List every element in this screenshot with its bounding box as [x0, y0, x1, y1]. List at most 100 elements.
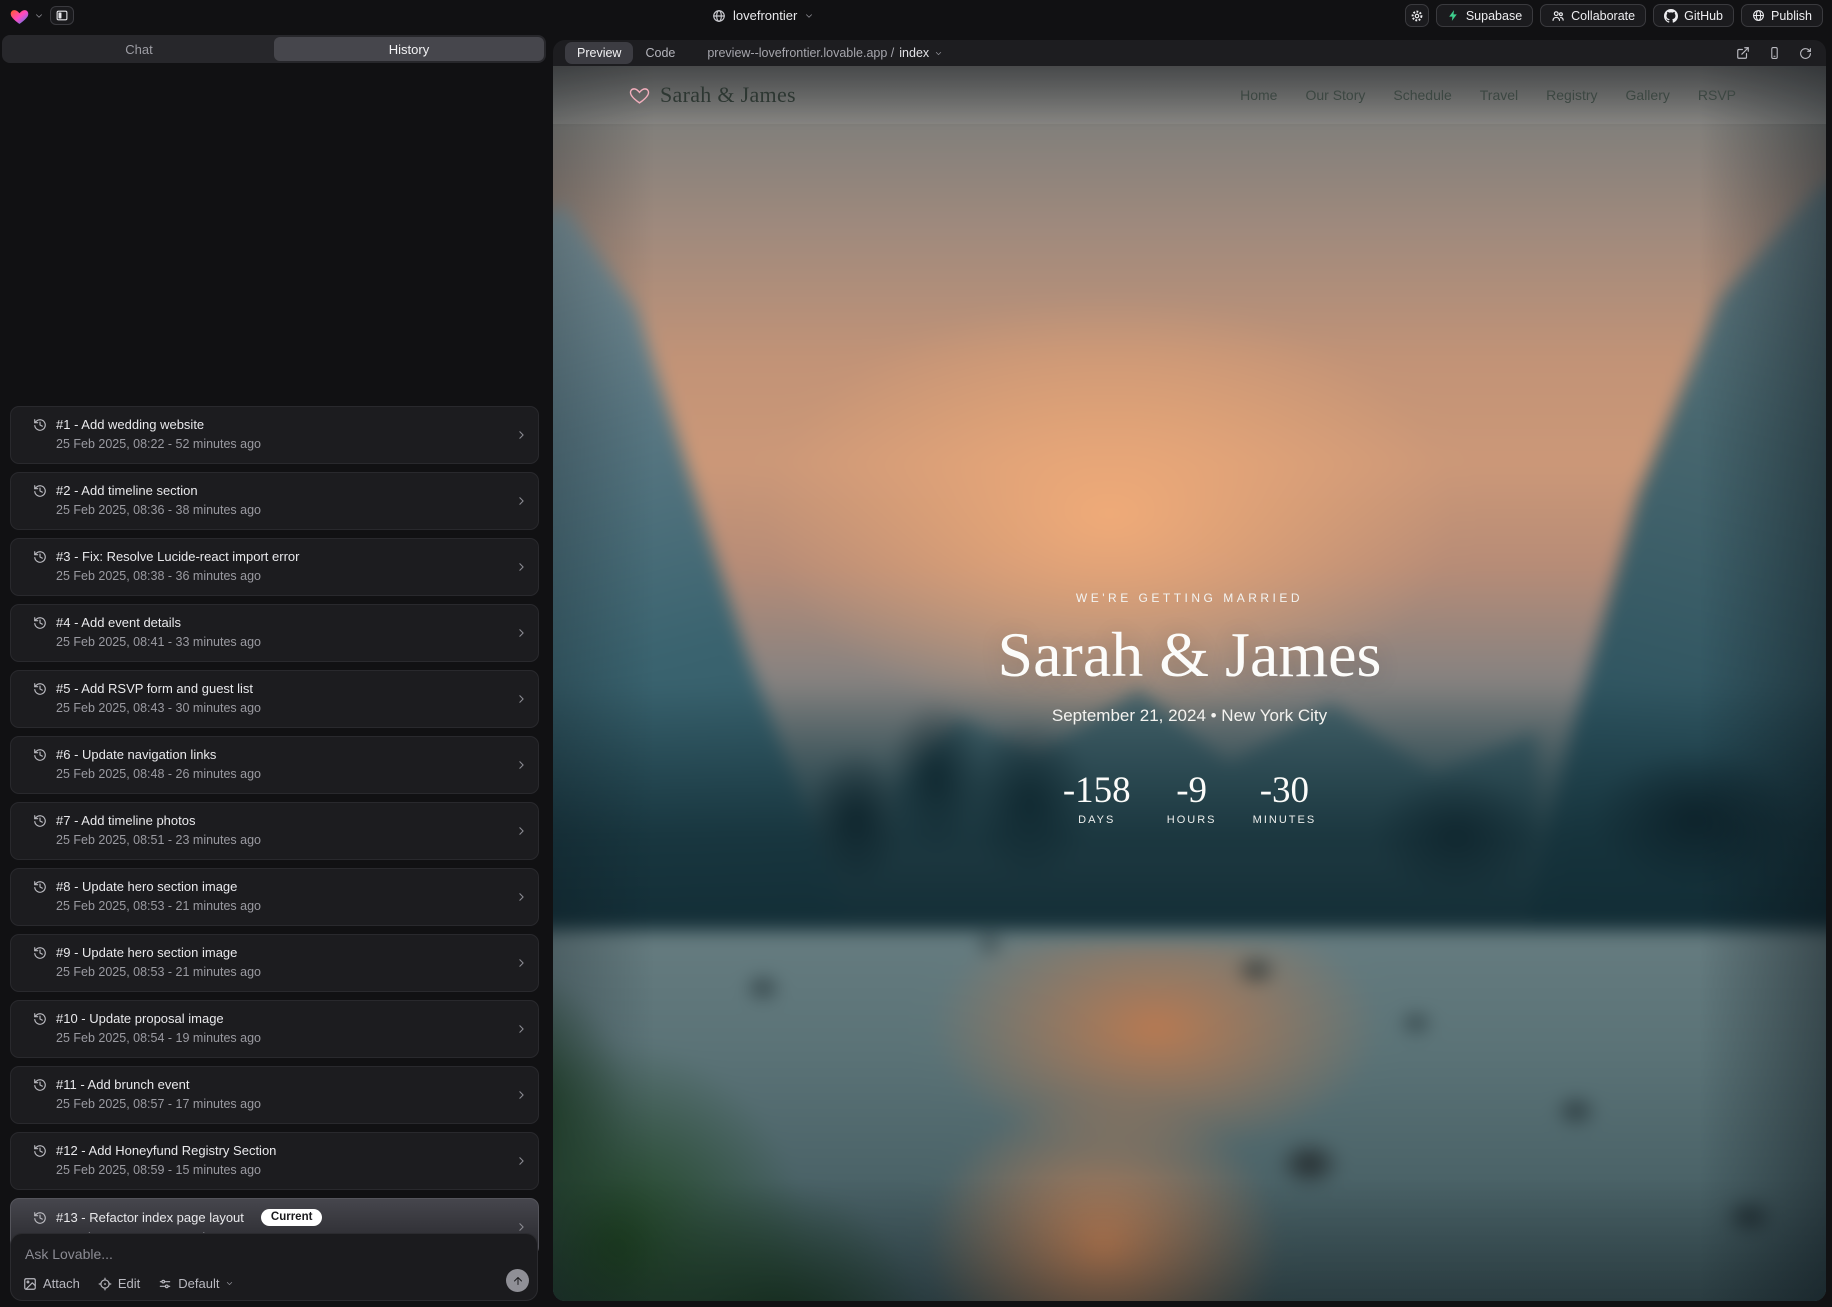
- chat-composer: Attach Edit Default: [10, 1233, 538, 1301]
- site-nav: Home Our Story Schedule Travel Registry …: [1240, 87, 1736, 103]
- lovable-app-window: lovefrontier Supabase Collab: [0, 0, 1832, 1307]
- nav-travel[interactable]: Travel: [1480, 87, 1518, 103]
- nav-schedule[interactable]: Schedule: [1393, 87, 1451, 103]
- history-icon: [33, 1211, 47, 1225]
- attach-label: Attach: [43, 1276, 80, 1291]
- history-item-title: #10 - Update proposal image: [56, 1011, 224, 1026]
- hero-eyebrow: WE'RE GETTING MARRIED: [553, 591, 1826, 605]
- github-button[interactable]: GitHub: [1653, 4, 1734, 27]
- project-name: lovefrontier: [733, 8, 797, 23]
- chevron-right-icon[interactable]: [515, 957, 528, 970]
- current-badge: Current: [261, 1209, 323, 1226]
- history-item-title: #1 - Add wedding website: [56, 417, 204, 432]
- preview-url[interactable]: preview--lovefrontier.lovable.app / inde…: [707, 46, 943, 60]
- countdown-minutes-label: MINUTES: [1253, 814, 1317, 826]
- history-icon: [33, 418, 47, 432]
- history-item-title: #4 - Add event details: [56, 615, 181, 630]
- nav-rsvp[interactable]: RSVP: [1698, 87, 1736, 103]
- nav-home[interactable]: Home: [1240, 87, 1277, 103]
- publish-button[interactable]: Publish: [1741, 4, 1823, 27]
- history-item-5[interactable]: #5 - Add RSVP form and guest list 25 Feb…: [10, 670, 539, 728]
- publish-label: Publish: [1771, 9, 1812, 23]
- history-item-meta: 25 Feb 2025, 08:43 - 30 minutes ago: [56, 701, 524, 715]
- supabase-button[interactable]: Supabase: [1436, 4, 1533, 27]
- chevron-right-icon[interactable]: [515, 561, 528, 574]
- chevron-down-icon: [34, 11, 44, 21]
- chevron-right-icon[interactable]: [515, 759, 528, 772]
- chevron-right-icon[interactable]: [515, 1221, 528, 1234]
- history-icon: [33, 748, 47, 762]
- ask-lovable-input[interactable]: [25, 1246, 473, 1268]
- history-item-meta: 25 Feb 2025, 08:36 - 38 minutes ago: [56, 503, 524, 517]
- github-icon: [1664, 9, 1678, 23]
- collaborate-label: Collaborate: [1571, 9, 1635, 23]
- chevron-right-icon[interactable]: [515, 891, 528, 904]
- collaborate-button[interactable]: Collaborate: [1540, 4, 1646, 27]
- project-selector[interactable]: lovefrontier: [712, 0, 814, 31]
- history-icon: [33, 1078, 47, 1092]
- tab-preview[interactable]: Preview: [565, 42, 633, 64]
- hero-date-location: September 21, 2024 • New York City: [553, 706, 1826, 726]
- refresh-button[interactable]: [1799, 47, 1812, 60]
- history-item-title: #8 - Update hero section image: [56, 879, 237, 894]
- top-bar: lovefrontier Supabase Collab: [0, 0, 1832, 31]
- chevron-right-icon[interactable]: [515, 825, 528, 838]
- sliders-icon: [158, 1277, 172, 1291]
- website-preview: Sarah & James Home Our Story Schedule Tr…: [553, 66, 1826, 1301]
- history-item-meta: 25 Feb 2025, 08:51 - 23 minutes ago: [56, 833, 524, 847]
- history-item-4[interactable]: #4 - Add event details 25 Feb 2025, 08:4…: [10, 604, 539, 662]
- site-logo[interactable]: Sarah & James: [629, 82, 796, 108]
- chevron-down-icon: [804, 11, 814, 21]
- edit-button[interactable]: Edit: [98, 1276, 140, 1291]
- mobile-view-button[interactable]: [1768, 46, 1781, 60]
- history-item-10[interactable]: #10 - Update proposal image 25 Feb 2025,…: [10, 1000, 539, 1058]
- nav-our-story[interactable]: Our Story: [1305, 87, 1365, 103]
- tab-chat[interactable]: Chat: [4, 37, 274, 61]
- history-item-12[interactable]: #12 - Add Honeyfund Registry Section 25 …: [10, 1132, 539, 1190]
- settings-button[interactable]: [1405, 4, 1429, 27]
- site-header: Sarah & James Home Our Story Schedule Tr…: [553, 66, 1826, 124]
- tab-history[interactable]: History: [274, 37, 544, 61]
- history-item-3[interactable]: #3 - Fix: Resolve Lucide-react import er…: [10, 538, 539, 596]
- history-item-8[interactable]: #8 - Update hero section image 25 Feb 20…: [10, 868, 539, 926]
- mode-selector[interactable]: Default: [158, 1276, 234, 1291]
- history-item-meta: 25 Feb 2025, 08:54 - 19 minutes ago: [56, 1031, 524, 1045]
- history-item-meta: 25 Feb 2025, 08:53 - 21 minutes ago: [56, 965, 524, 979]
- history-item-1[interactable]: #1 - Add wedding website 25 Feb 2025, 08…: [10, 406, 539, 464]
- history-item-6[interactable]: #6 - Update navigation links 25 Feb 2025…: [10, 736, 539, 794]
- nav-gallery[interactable]: Gallery: [1626, 87, 1670, 103]
- open-external-button[interactable]: [1736, 46, 1750, 60]
- history-item-9[interactable]: #9 - Update hero section image 25 Feb 20…: [10, 934, 539, 992]
- heart-outline-icon: [629, 85, 650, 105]
- history-item-2[interactable]: #2 - Add timeline section 25 Feb 2025, 0…: [10, 472, 539, 530]
- edit-label: Edit: [118, 1276, 140, 1291]
- lovable-logo-menu[interactable]: [10, 7, 44, 25]
- history-icon: [33, 1012, 47, 1026]
- preview-toolbar: Preview Code preview--lovefrontier.lovab…: [553, 40, 1826, 66]
- toggle-sidebar-button[interactable]: [50, 6, 74, 25]
- image-attach-icon: [23, 1277, 37, 1291]
- history-item-title: #9 - Update hero section image: [56, 945, 237, 960]
- history-item-meta: 25 Feb 2025, 08:38 - 36 minutes ago: [56, 569, 524, 583]
- github-label: GitHub: [1684, 9, 1723, 23]
- mode-label: Default: [178, 1276, 219, 1291]
- chevron-right-icon[interactable]: [515, 1155, 528, 1168]
- history-item-meta: 25 Feb 2025, 08:41 - 33 minutes ago: [56, 635, 524, 649]
- history-item-11[interactable]: #11 - Add brunch event 25 Feb 2025, 08:5…: [10, 1066, 539, 1124]
- history-item-7[interactable]: #7 - Add timeline photos 25 Feb 2025, 08…: [10, 802, 539, 860]
- chevron-right-icon[interactable]: [515, 693, 528, 706]
- chevron-right-icon[interactable]: [515, 1023, 528, 1036]
- sidebar-panel-icon: [55, 9, 69, 22]
- chevron-right-icon[interactable]: [515, 627, 528, 640]
- hero-section: WE'RE GETTING MARRIED Sarah & James Sept…: [553, 591, 1826, 826]
- tab-code[interactable]: Code: [633, 42, 687, 64]
- chevron-right-icon[interactable]: [515, 429, 528, 442]
- chevron-right-icon[interactable]: [515, 1089, 528, 1102]
- countdown-minutes-value: -30: [1253, 772, 1317, 809]
- nav-registry[interactable]: Registry: [1546, 87, 1597, 103]
- history-item-title: #7 - Add timeline photos: [56, 813, 195, 828]
- attach-button[interactable]: Attach: [23, 1276, 80, 1291]
- history-item-meta: 25 Feb 2025, 08:57 - 17 minutes ago: [56, 1097, 524, 1111]
- chevron-right-icon[interactable]: [515, 495, 528, 508]
- send-button[interactable]: [506, 1269, 529, 1292]
